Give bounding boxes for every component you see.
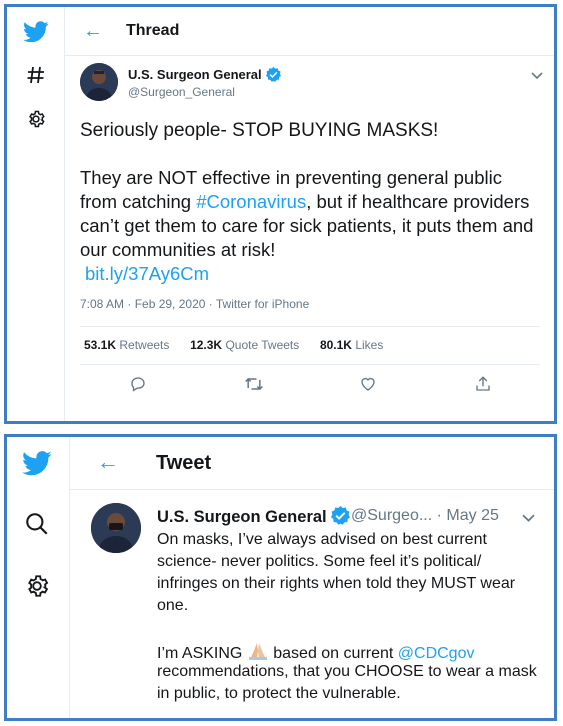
left-nav-rail [7,437,67,718]
settings-gear-icon[interactable] [7,109,64,129]
tweet-text-line: recommendations, that you CHOOSE to wear… [157,663,537,680]
stats-row: 53.1K Retweets 12.3K Quote Tweets 80.1K … [84,338,383,352]
reply-icon[interactable] [125,371,151,397]
tweet-date[interactable]: May 25 [446,507,498,524]
verified-badge-icon [265,67,281,85]
chevron-down-icon[interactable] [522,510,535,528]
tweet-text-line: in public, to protect the vulnerable. [157,685,401,702]
verified-badge-icon [330,506,350,530]
author-avatar[interactable] [91,503,141,553]
author-handle[interactable]: @Surgeo... [351,507,432,524]
tweet-text-line: our communities at risk! [80,239,276,260]
author-avatar[interactable] [80,63,118,101]
divider [80,326,540,327]
author-name[interactable]: U.S. Surgeon General [128,67,281,85]
twitter-logo-icon[interactable] [7,21,64,43]
author-name[interactable]: U.S. Surgeon General [157,506,350,530]
likes-stat[interactable]: 80.1K Likes [320,338,383,352]
tweet-text-line: They are NOT effective in preventing gen… [80,167,502,188]
hashtag-link[interactable]: #Coronavirus [196,191,306,212]
search-icon[interactable] [7,511,67,537]
twitter-logo-icon[interactable] [7,451,67,476]
back-arrow-icon[interactable]: ← [97,451,119,473]
thread-screenshot: ← Thread U.S. Surgeon General @Surgeon_G… [4,4,557,424]
tweet-text-line: can’t get them to care for sick patients… [80,215,534,236]
separator-dot: · [436,507,442,524]
quote-tweets-stat[interactable]: 12.3K Quote Tweets [190,338,299,352]
tweet-timestamp[interactable]: 7:08 AM · Feb 29, 2020 · Twitter for iPh… [80,297,309,311]
left-nav-rail [7,7,64,421]
cdc-mention-link[interactable]: @CDCgov [398,645,475,662]
tweet-screenshot: ← Tweet U.S. Surgeon General @Surgeo... … [4,434,557,721]
retweets-stat[interactable]: 53.1K Retweets [84,338,169,352]
short-link[interactable]: bit.ly/37Ay6Cm [85,263,209,285]
share-icon[interactable] [470,371,496,397]
tweet-text-line: from catching #Coronavirus, but if healt… [80,191,530,212]
tweet-text-line: one. [157,597,189,614]
rail-divider [64,7,65,421]
page-title: Thread [126,22,180,39]
divider [80,364,540,365]
tweet-text-line: On masks, I’ve always advised on best cu… [157,531,487,548]
retweet-icon[interactable] [241,371,267,397]
author-handle-and-date: @Surgeo... · May 25 [351,507,499,525]
chevron-down-icon[interactable] [531,67,543,85]
back-arrow-icon[interactable]: ← [83,21,103,41]
tweet-text-line: infringes on their rights when told they… [157,575,516,592]
tweet-header: ← Tweet [70,437,554,490]
author-handle[interactable]: @Surgeon_General [128,85,235,99]
settings-gear-icon[interactable] [7,573,67,599]
page-title: Tweet [156,452,212,474]
tweet-text-line: Seriously people- STOP BUYING MASKS! [80,120,439,141]
hashtag-icon[interactable] [7,65,64,85]
like-icon[interactable] [355,371,381,397]
thread-header: ← Thread [65,7,554,56]
tweet-text-line: science- never politics. Some feel it’s … [157,553,482,570]
